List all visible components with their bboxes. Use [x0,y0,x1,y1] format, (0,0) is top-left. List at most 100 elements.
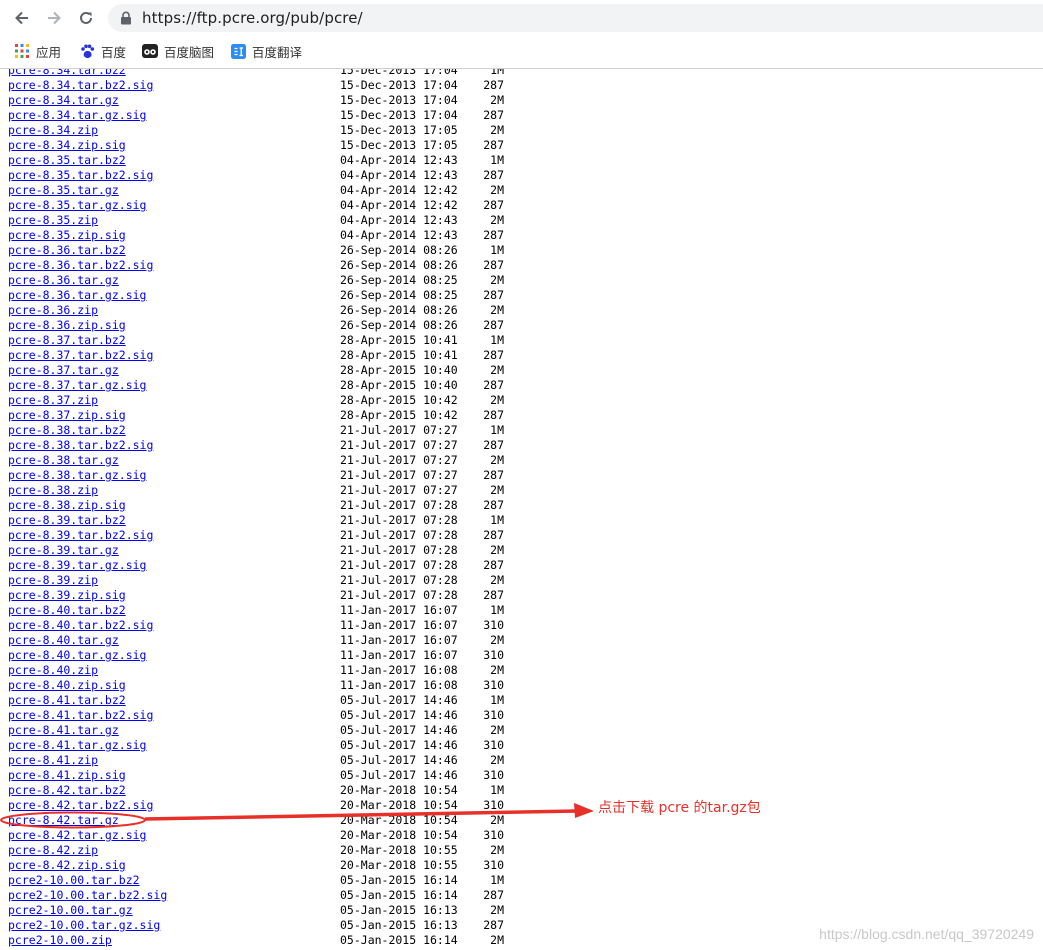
file-date: 20-Mar-2018 10:54 [340,783,458,797]
file-link[interactable]: pcre-8.41.zip.sig [8,768,126,783]
file-link[interactable]: pcre-8.34.zip.sig [8,138,126,153]
file-link[interactable]: pcre-8.38.zip.sig [8,498,126,513]
file-link[interactable]: pcre-8.35.zip [8,213,98,228]
file-link[interactable]: pcre-8.38.tar.gz.sig [8,468,146,483]
file-link[interactable]: pcre-8.42.tar.gz [8,813,119,828]
reload-button[interactable] [73,6,99,30]
file-size: 310 [483,858,504,872]
file-link[interactable]: pcre-8.41.tar.gz.sig [8,738,146,753]
file-link[interactable]: pcre-8.36.tar.bz2 [8,243,126,258]
file-link[interactable]: pcre-8.38.tar.bz2 [8,423,126,438]
forward-button[interactable] [41,6,67,30]
file-link[interactable]: pcre2-10.00.tar.bz2 [8,873,140,888]
file-link[interactable]: pcre-8.40.zip.sig [8,678,126,693]
file-link[interactable]: pcre-8.37.tar.gz [8,363,119,378]
file-size: 1M [490,153,504,167]
file-row: pcre-8.40.tar.bz2 11-Jan-2017 16:07 1M [0,603,600,618]
file-link[interactable]: pcre-8.42.zip [8,843,98,858]
file-link[interactable]: pcre-8.39.zip.sig [8,588,126,603]
file-link[interactable]: pcre-8.36.zip [8,303,98,318]
file-link[interactable]: pcre-8.35.tar.gz [8,183,119,198]
file-link[interactable]: pcre-8.34.tar.gz [8,93,119,108]
file-link[interactable]: pcre-8.37.tar.bz2 [8,333,126,348]
file-size: 2M [490,213,504,227]
file-link[interactable]: pcre-8.35.tar.bz2 [8,153,126,168]
file-link[interactable]: pcre-8.40.tar.bz2 [8,603,126,618]
file-size: 310 [483,798,504,812]
file-size: 287 [483,258,504,272]
file-link[interactable]: pcre-8.36.tar.bz2.sig [8,258,153,273]
file-link[interactable]: pcre-8.36.zip.sig [8,318,126,333]
file-link[interactable]: pcre-8.42.tar.bz2.sig [8,798,153,813]
file-row: pcre-8.36.tar.gz.sig 26-Sep-2014 08:25 287 [0,288,600,303]
bookmark-baidu-naotu[interactable]: 百度脑图 [142,41,214,61]
file-link[interactable]: pcre-8.39.zip [8,573,98,588]
back-button[interactable] [9,6,35,30]
bookmark-label: 百度脑图 [164,45,215,60]
bookmark-label: 应用 [36,45,62,60]
file-link[interactable]: pcre-8.35.tar.gz.sig [8,198,146,213]
file-row: pcre-8.41.tar.bz2.sig 05-Jul-2017 14:46 31… [0,708,600,723]
file-link[interactable]: pcre-8.42.tar.bz2 [8,783,126,798]
bookmark-baidu-translate[interactable]: 百度翻译 [230,41,302,61]
file-link[interactable]: pcre-8.38.tar.bz2.sig [8,438,153,453]
file-link[interactable]: pcre-8.42.zip.sig [8,858,126,873]
file-link[interactable]: pcre-8.41.tar.bz2.sig [8,708,153,723]
file-link[interactable]: pcre-8.39.tar.bz2.sig [8,528,153,543]
reload-icon [80,11,92,24]
file-link[interactable]: pcre-8.36.tar.gz.sig [8,288,146,303]
file-date: 15-Dec-2013 17:05 [340,138,458,152]
file-link[interactable]: pcre-8.40.tar.bz2.sig [8,618,153,633]
file-link[interactable]: pcre-8.40.tar.gz.sig [8,648,146,663]
address-bar[interactable]: https://ftp.pcre.org/pub/pcre/ [108,4,1043,32]
file-size: 287 [483,288,504,302]
file-link[interactable]: pcre-8.37.zip.sig [8,408,126,423]
file-size: 310 [483,828,504,842]
file-link[interactable]: pcre-8.40.zip [8,663,98,678]
file-date: 11-Jan-2017 16:07 [340,618,458,632]
file-link[interactable]: pcre-8.37.tar.gz.sig [8,378,146,393]
file-link[interactable]: pcre-8.41.zip [8,753,98,768]
file-date: 05-Jan-2015 16:14 [340,873,458,887]
file-link[interactable]: pcre-8.42.tar.gz.sig [8,828,146,843]
bookmark-baidu[interactable]: 百度 [79,41,126,61]
file-size: 2M [490,393,504,407]
file-link[interactable]: pcre-8.34.tar.bz2.sig [8,78,153,93]
bookmark-label: 百度 [101,45,127,60]
file-link[interactable]: pcre2-10.00.tar.bz2.sig [8,888,167,903]
file-date: 21-Jul-2017 07:27 [340,483,458,497]
file-link[interactable]: pcre-8.39.tar.gz.sig [8,558,146,573]
file-link[interactable]: pcre2-10.00.tar.gz [8,903,133,918]
file-link[interactable]: pcre-8.35.tar.bz2.sig [8,168,153,183]
file-size: 287 [483,468,504,482]
file-link[interactable]: pcre-8.36.tar.gz [8,273,119,288]
file-link[interactable]: pcre-8.41.tar.bz2 [8,693,126,708]
file-row: pcre-8.35.tar.bz2.sig 04-Apr-2014 12:43 28… [0,168,600,183]
file-link[interactable]: pcre-8.37.tar.bz2.sig [8,348,153,363]
file-link[interactable]: pcre2-10.00.zip [8,933,112,948]
file-size: 287 [483,918,504,932]
file-link[interactable]: pcre-8.37.zip [8,393,98,408]
file-size: 2M [490,453,504,467]
file-date: 20-Mar-2018 10:54 [340,828,458,842]
file-link[interactable]: pcre2-10.00.tar.gz.sig [8,918,160,933]
file-link[interactable]: pcre-8.38.zip [8,483,98,498]
file-link[interactable]: pcre-8.39.tar.bz2 [8,513,126,528]
file-link[interactable]: pcre-8.41.tar.gz [8,723,119,738]
file-date: 21-Jul-2017 07:27 [340,453,458,467]
file-link[interactable]: pcre-8.40.tar.gz [8,633,119,648]
file-row: pcre-8.36.tar.gz 26-Sep-2014 08:25 2M [0,273,600,288]
file-row: pcre-8.34.zip.sig 15-Dec-2013 17:05 287 [0,138,600,153]
baidu-translate-icon [230,43,246,59]
file-row: pcre-8.34.tar.gz.sig 15-Dec-2013 17:04 287 [0,108,600,123]
file-date: 05-Jul-2017 14:46 [340,738,458,752]
bookmark-apps[interactable]: 应用 [14,41,61,61]
file-link[interactable]: pcre-8.34.tar.gz.sig [8,108,146,123]
file-size: 310 [483,648,504,662]
file-link[interactable]: pcre-8.35.zip.sig [8,228,126,243]
file-link[interactable]: pcre-8.38.tar.gz [8,453,119,468]
file-date: 20-Mar-2018 10:54 [340,813,458,827]
file-row: pcre-8.41.zip.sig 05-Jul-2017 14:46 310 [0,768,600,783]
file-link[interactable]: pcre-8.34.zip [8,123,98,138]
file-link[interactable]: pcre-8.39.tar.gz [8,543,119,558]
